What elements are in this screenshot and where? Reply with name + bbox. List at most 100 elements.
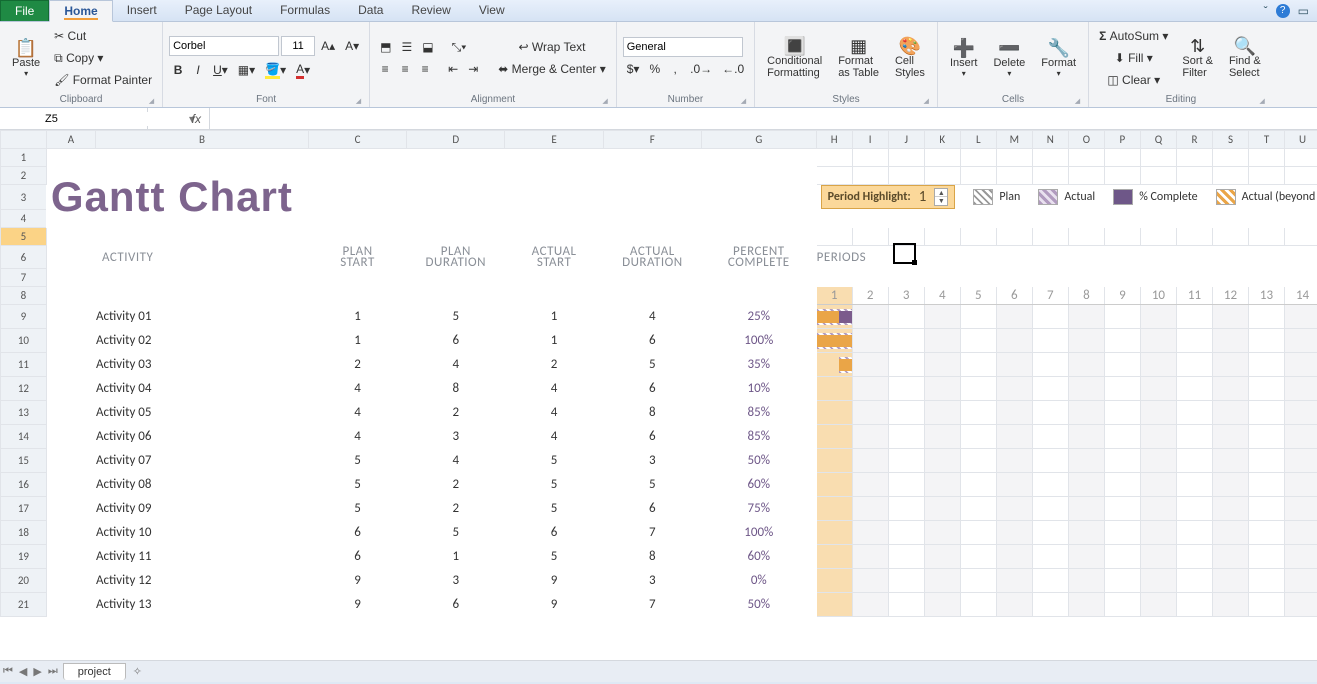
col-header[interactable]: T [1249,131,1285,149]
grid-cell[interactable] [1068,425,1104,449]
grid-cell[interactable] [888,473,924,497]
grid-cell[interactable] [1068,149,1104,167]
col-header[interactable]: K [924,131,960,149]
plan-duration[interactable]: 3 [407,425,505,449]
grid-cell[interactable] [1104,305,1140,329]
plan-duration[interactable]: 4 [407,353,505,377]
plan-duration[interactable]: 3 [407,569,505,593]
grid-cell[interactable] [1104,521,1140,545]
plan-duration[interactable]: 5 [407,521,505,545]
grid-cell[interactable] [1285,593,1317,617]
grid-cell[interactable] [1249,473,1285,497]
percent-complete[interactable]: 85% [701,401,816,425]
grid-cell[interactable] [1212,593,1248,617]
actual-start[interactable]: 4 [505,401,603,425]
grid-cell[interactable] [996,449,1032,473]
font-name-combo[interactable] [169,36,279,56]
plan-duration[interactable]: 6 [407,593,505,617]
grid-cell[interactable] [1176,401,1212,425]
plan-start[interactable]: 4 [308,377,406,401]
grid-cell[interactable] [1285,401,1317,425]
actual-duration[interactable]: 6 [603,425,701,449]
grid-cell[interactable] [1176,449,1212,473]
activity-name[interactable]: Activity 12 [95,569,308,593]
percent-complete[interactable]: 50% [701,593,816,617]
grid-cell[interactable] [924,593,960,617]
grid-cell[interactable] [1285,497,1317,521]
actual-start[interactable]: 5 [505,545,603,569]
grid-cell[interactable] [960,593,996,617]
grid-cell[interactable] [852,167,888,185]
grid-cell[interactable] [960,228,996,246]
align-middle-button[interactable]: ☰ [397,37,416,57]
grid-cell[interactable] [1249,449,1285,473]
grid-cell[interactable] [1140,228,1176,246]
percent-complete[interactable]: 100% [701,521,816,545]
grid-cell[interactable] [960,497,996,521]
fill-color-button[interactable]: 🪣▾ [261,60,290,80]
grid-cell[interactable] [1176,329,1212,353]
grid-cell[interactable] [1140,569,1176,593]
plan-start[interactable]: 1 [308,305,406,329]
grid-cell[interactable] [996,545,1032,569]
grid-cell[interactable] [1068,497,1104,521]
grid-cell[interactable] [924,449,960,473]
grid-cell[interactable] [1032,401,1068,425]
activity-name[interactable]: Activity 01 [95,305,308,329]
grid-cell[interactable] [960,149,996,167]
row-header[interactable]: 2 [1,167,47,185]
grid-cell[interactable] [1068,449,1104,473]
grid-cell[interactable] [996,425,1032,449]
grid-cell[interactable] [960,353,996,377]
grid-cell[interactable] [1285,305,1317,329]
grid-cell[interactable] [888,329,924,353]
grid-cell[interactable] [852,401,888,425]
plan-duration[interactable]: 2 [407,473,505,497]
grid-cell[interactable] [1176,210,1212,228]
window-restore-icon[interactable]: ▭ [1298,4,1309,18]
tab-formulas[interactable]: Formulas [266,0,344,21]
grid-cell[interactable] [960,167,996,185]
grid-cell[interactable] [1176,377,1212,401]
row-header[interactable]: 14 [1,425,47,449]
grid-cell[interactable] [1032,228,1068,246]
grid-cell[interactable] [1032,149,1068,167]
tab-insert[interactable]: Insert [113,0,171,21]
activity-name[interactable]: Activity 08 [95,473,308,497]
grid-cell[interactable] [1176,473,1212,497]
grid-cell[interactable] [1068,569,1104,593]
grid-cell[interactable] [852,353,888,377]
grid-cell[interactable] [924,497,960,521]
grid-cell[interactable] [1285,167,1317,185]
grid-cell[interactable] [1140,167,1176,185]
grid-cell[interactable] [1212,377,1248,401]
grid-cell[interactable] [924,167,960,185]
grid-cell[interactable] [996,329,1032,353]
grid-cell[interactable] [1249,521,1285,545]
grid-cell[interactable] [888,353,924,377]
grid-cell[interactable] [816,167,852,185]
grid-cell[interactable] [816,473,852,497]
conditional-formatting-button[interactable]: 🔳Conditional Formatting [761,35,828,81]
percent-button[interactable]: % [645,59,664,79]
grid-cell[interactable] [852,521,888,545]
percent-complete[interactable]: 100% [701,329,816,353]
autosum-button[interactable]: Σ AutoSum ▾ [1095,26,1172,46]
grid-cell[interactable] [1212,569,1248,593]
actual-start[interactable]: 1 [505,305,603,329]
row-header[interactable]: 21 [1,593,47,617]
plan-start[interactable]: 4 [308,401,406,425]
plan-start[interactable]: 9 [308,593,406,617]
actual-duration[interactable]: 6 [603,497,701,521]
tab-page-layout[interactable]: Page Layout [171,0,266,21]
grid-cell[interactable] [852,425,888,449]
grid-cell[interactable] [1212,521,1248,545]
grid-cell[interactable] [1249,377,1285,401]
grid-cell[interactable] [924,545,960,569]
plan-start[interactable]: 5 [308,473,406,497]
grid-cell[interactable] [1212,228,1248,246]
row-header[interactable]: 11 [1,353,47,377]
grid-cell[interactable] [1140,377,1176,401]
activity-name[interactable]: Activity 07 [95,449,308,473]
percent-complete[interactable]: 25% [701,305,816,329]
